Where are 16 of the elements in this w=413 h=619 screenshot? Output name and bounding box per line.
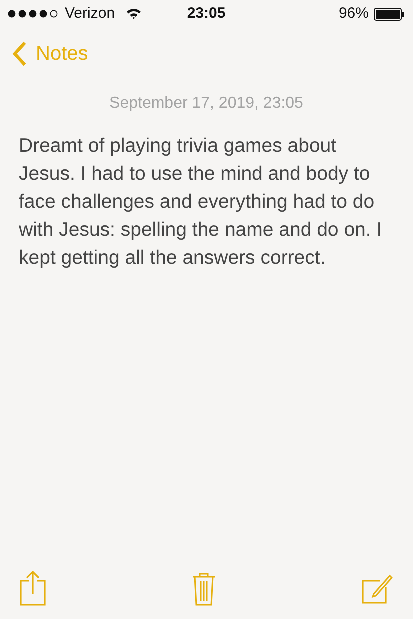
wifi-icon [126, 8, 142, 20]
delete-button[interactable] [192, 572, 216, 606]
chevron-left-icon [12, 41, 28, 67]
back-button[interactable]: Notes [12, 39, 88, 69]
carrier-label: Verizon [65, 4, 116, 24]
share-icon [20, 571, 46, 606]
battery-icon [374, 8, 405, 20]
share-button[interactable] [20, 571, 46, 606]
note-date: September 17, 2019, 23:05 [108, 94, 304, 114]
battery-percent: 96% [338, 4, 369, 24]
note-body: Dreamt of playing trivia games about Jesus. I had to use the mind and body to face challenges and everything had to do with Jesus: spelling the name and do on. I kept getting all the answers correct. [18, 134, 384, 271]
clock-time: 23:05 [187, 4, 226, 24]
compose-button[interactable] [362, 573, 393, 604]
compose-icon [362, 573, 393, 604]
signal-icon [8, 10, 60, 18]
trash-icon [192, 572, 216, 606]
